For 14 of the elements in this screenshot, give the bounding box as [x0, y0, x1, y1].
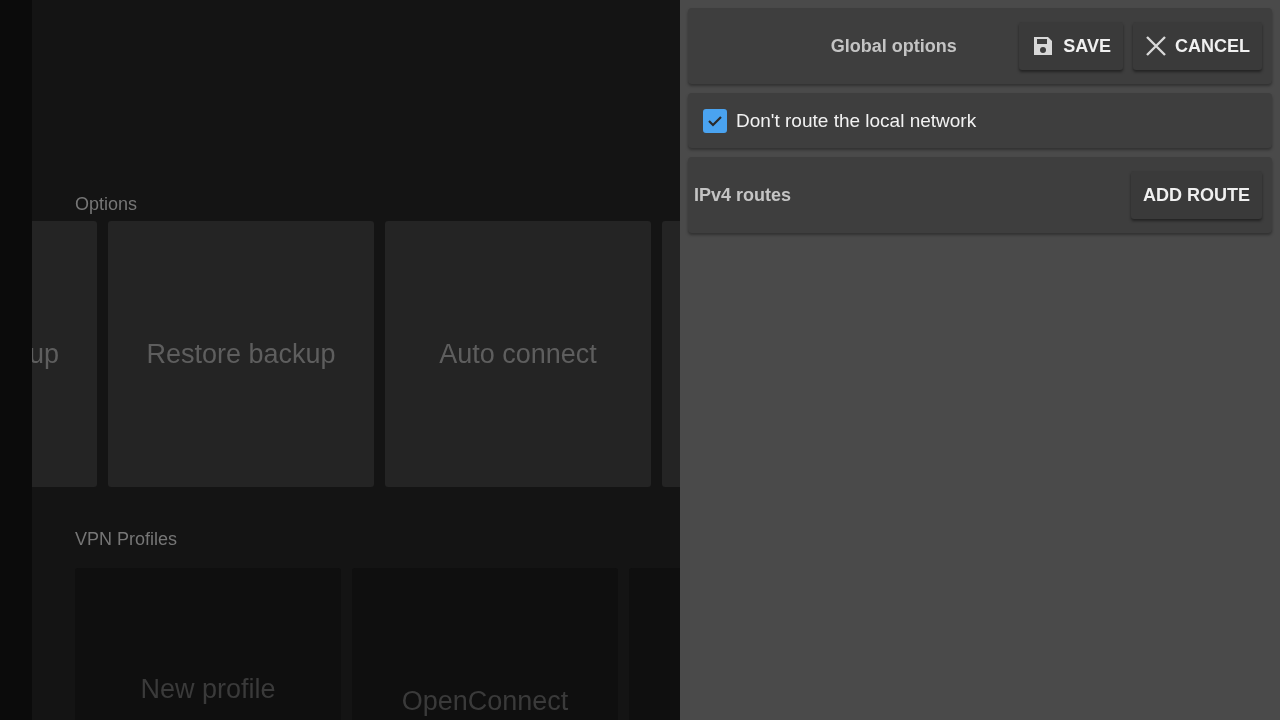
section-heading: Options — [75, 192, 139, 216]
checkbox[interactable] — [703, 108, 727, 133]
option-tile[interactable]: Auto connect — [385, 221, 651, 487]
checkbox-label: Don't route the local network — [736, 109, 977, 132]
close-icon — [1145, 35, 1167, 57]
tile-label: Restore backup — [146, 338, 336, 370]
cancel-button[interactable]: CANCEL — [1133, 22, 1262, 70]
save-button[interactable]: SAVE — [1019, 22, 1123, 70]
dialog-title: Global options — [829, 35, 958, 57]
option-tile[interactable]: Restore backup — [108, 221, 374, 487]
section-heading: VPN Profiles — [75, 527, 179, 551]
tile-label: Auto connect — [439, 338, 597, 370]
add-route-button[interactable]: ADD ROUTE — [1131, 171, 1262, 219]
routes-heading: IPv4 routes — [694, 184, 792, 206]
